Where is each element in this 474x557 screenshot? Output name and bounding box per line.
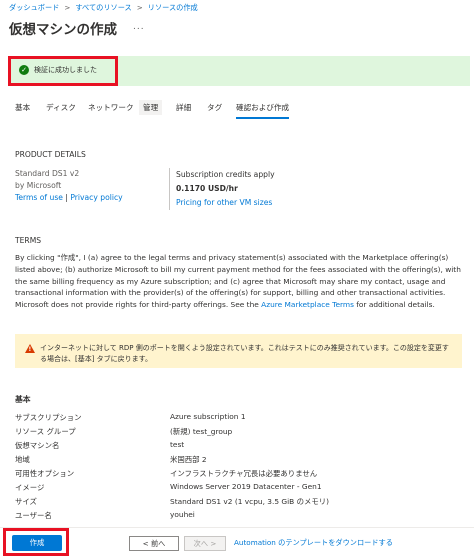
summary-row: ユーザー名 youhei [15,510,445,522]
previous-button[interactable]: < 前へ [129,536,179,551]
summary-value: Azure subscription 1 [170,412,246,421]
warning-message: インターネットに対して RDP 側のポートを開くよう設定されています。これはテス… [40,344,449,363]
summary-value: test [170,440,185,449]
product-publisher: by Microsoft [15,181,62,190]
summary-key: リソース グループ [15,427,76,436]
summary-value: youhei [170,510,195,519]
validation-highlight-box [8,56,118,86]
summary-value: Windows Server 2019 Datacenter - Gen1 [170,482,322,491]
summary-key: イメージ [15,483,45,492]
tab-advanced[interactable]: 詳細 [176,102,191,117]
summary-row: サブスクリプション Azure subscription 1 [15,412,445,424]
terms-of-use-link[interactable]: Terms of use [15,193,63,202]
breadcrumb-all-resources[interactable]: すべてのリソース [75,3,131,12]
summary-key: 可用性オプション [15,469,75,478]
summary-value: インフラストラクチャ冗長は必要ありません [170,469,318,478]
summary-row: サイズ Standard DS1 v2 (1 vcpu, 3.5 GiB のメモ… [15,496,445,508]
tab-basics[interactable]: 基本 [15,102,30,117]
summary-value: 米国西部 2 [170,455,207,464]
terms-heading: TERMS [15,236,42,245]
price-value: 0.1170 USD/hr [176,184,238,193]
summary-key: ユーザー名 [15,511,52,520]
summary-row: 可用性オプション インフラストラクチャ冗長は必要ありません [15,468,445,480]
next-button: 次へ > [184,536,226,551]
tab-review-create[interactable]: 確認および作成 [236,102,290,119]
tab-disks[interactable]: ディスク [46,102,76,117]
terms-text: By clicking "作成", I (a) agree to the leg… [15,252,463,311]
summary-key: サイズ [15,497,37,506]
breadcrumb-separator: > [64,3,71,12]
summary-row: 地域 米国西部 2 [15,454,445,466]
product-name: Standard DS1 v2 [15,169,80,178]
tab-tags[interactable]: タグ [207,102,222,117]
breadcrumb: ダッシュボード > すべてのリソース > リソースの作成 [9,3,198,13]
product-details-heading: PRODUCT DETAILS [15,150,86,159]
summary-value: Standard DS1 v2 (1 vcpu, 3.5 GiB のメモリ) [170,497,330,506]
more-options-button[interactable]: ... [133,22,145,32]
breadcrumb-create-resource[interactable]: リソースの作成 [148,3,198,12]
create-highlight-box [3,528,69,556]
privacy-policy-link[interactable]: Privacy policy [70,193,122,202]
download-template-link[interactable]: Automation のテンプレートをダウンロードする [234,538,393,548]
pricing-info: Subscription credits apply 0.1170 USD/hr… [169,168,319,210]
tab-management[interactable]: 管理 [139,100,163,115]
summary-key: サブスクリプション [15,413,82,422]
summary-value: (新規) test_group [170,427,233,436]
page-title: 仮想マシンの作成 [9,22,117,38]
tab-networking[interactable]: ネットワーク [88,102,134,117]
summary-row: リソース グループ (新規) test_group [15,426,445,438]
summary-row: イメージ Windows Server 2019 Datacenter - Ge… [15,482,445,494]
terms-body-end: for additional details. [353,300,435,310]
breadcrumb-separator: > [136,3,143,12]
summary-key: 地域 [15,455,30,464]
product-links: Terms of use | Privacy policy [15,192,165,204]
basics-heading: 基本 [15,395,31,404]
summary-key: 仮想マシン名 [15,441,60,450]
credits-label: Subscription credits apply [176,170,275,179]
product-info: Standard DS1 v2 by Microsoft Terms of us… [15,168,165,204]
breadcrumb-dashboard[interactable]: ダッシュボード [9,3,59,12]
summary-row: 仮想マシン名 test [15,440,445,452]
pricing-other-sizes-link[interactable]: Pricing for other VM sizes [176,196,319,210]
marketplace-terms-link[interactable]: Azure Marketplace Terms [261,300,354,309]
warning-icon-mark: ! [28,346,32,353]
link-divider: | [65,193,68,202]
